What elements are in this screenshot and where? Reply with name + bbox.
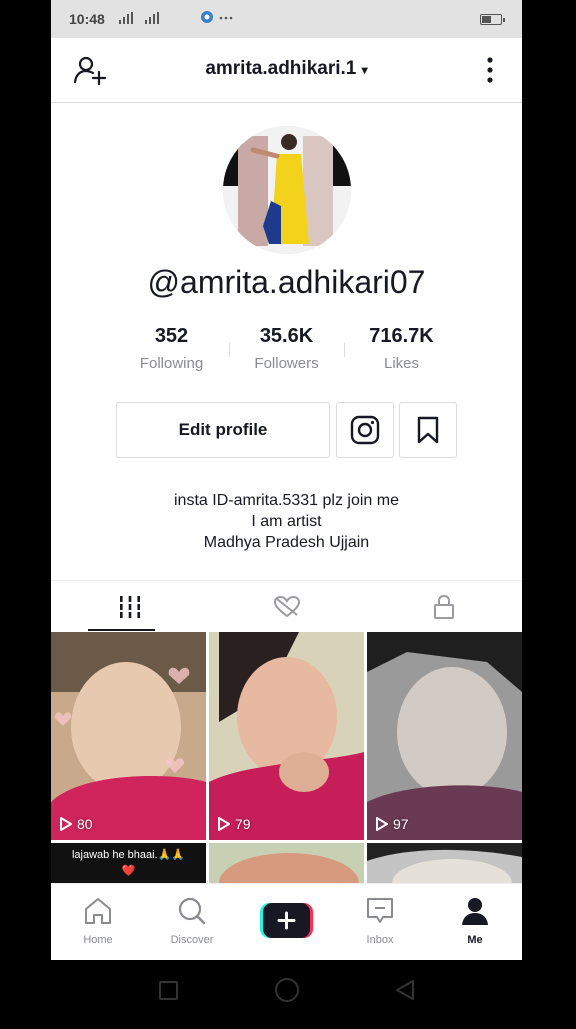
nav-inbox[interactable]: Inbox [333,884,427,960]
home-system-button[interactable] [272,975,302,1005]
bio-line: Madhya Pradesh Ujjain [203,534,370,551]
edit-profile-button[interactable]: Edit profile [116,402,330,458]
nav-discover-label: Discover [170,934,214,946]
phone-screen: 10:48 amrita.adhikari.1 ▾ @amrita.adhika… [51,0,522,960]
liked-hidden-icon [273,595,300,618]
username-label: amrita.adhikari.1 [205,58,357,79]
recents-button[interactable] [155,976,183,1004]
view-count-value: 97 [393,816,409,832]
following-label: Following [139,355,204,372]
more-vertical-icon [487,57,493,83]
nav-inbox-label: Inbox [366,934,394,946]
likes-count: 716.7K [369,325,434,347]
instagram-icon [350,415,380,445]
signal-indicator [115,11,169,28]
video-thumbnail[interactable]: 80 [51,632,206,840]
play-icon [376,817,388,831]
back-button[interactable] [392,976,420,1004]
play-icon [218,817,230,831]
video-thumbnail[interactable]: 97 [367,632,522,840]
profile-header: amrita.adhikari.1 ▾ [51,38,522,103]
play-icon [60,817,72,831]
private-lock-icon [433,594,454,619]
chevron-down-icon: ▾ [361,63,368,77]
likes-label: Likes [383,355,420,372]
username-switcher[interactable]: amrita.adhikari.1 ▾ [51,58,522,80]
nav-home[interactable]: Home [51,884,145,960]
profile-bio: insta ID-amrita.5331 plz join me I am ar… [51,490,522,553]
following-count: 352 [154,325,189,347]
video-thumbnail-image [209,843,364,883]
video-thumbnail-image [367,843,522,883]
video-thumbnail[interactable] [367,843,522,883]
signal-icon [119,12,159,24]
status-time: 10:48 [69,11,105,27]
followers-label: Followers [254,355,319,372]
profile-avatar[interactable] [223,126,351,254]
battery-icon [480,14,505,25]
video-thumbnail-image [51,632,206,840]
system-nav-bar [0,960,576,1024]
bio-line: insta ID-amrita.5331 plz join me [174,492,399,509]
instagram-button[interactable] [336,402,394,458]
videos-grid-icon [117,596,142,618]
bookmark-icon [417,416,439,444]
profile-icon [462,898,488,925]
nav-me-label: Me [467,934,483,946]
tab-private[interactable] [365,581,522,633]
tab-liked[interactable] [208,581,365,633]
search-icon [178,897,206,925]
view-count: 97 [375,816,409,832]
notification-dots [199,9,239,28]
following-stat[interactable]: 352 Following [114,325,229,372]
more-options-button[interactable] [481,56,499,89]
video-thumbnail[interactable] [209,843,364,883]
status-bar: 10:48 [51,0,522,38]
video-thumbnail-image [367,632,522,840]
view-count: 80 [59,816,93,832]
view-count-value: 80 [77,816,93,832]
video-caption: lajawab he bhaai.🙏🙏❤️ [71,849,185,877]
app-notification-icon [201,11,233,23]
followers-stat[interactable]: 35.6K Followers [229,325,344,372]
create-video-button[interactable] [260,903,313,938]
content-tabs [51,580,522,633]
home-icon [85,898,111,924]
plus-icon [260,903,313,938]
view-count: 79 [217,816,251,832]
active-tab-indicator [88,629,155,631]
inbox-icon [367,898,393,923]
bio-line: I am artist [251,513,322,530]
followers-count: 35.6K [259,325,314,347]
view-count-value: 79 [235,816,251,832]
favorites-button[interactable] [399,402,457,458]
video-thumbnail[interactable]: 79 [209,632,364,840]
tab-videos[interactable] [51,581,208,633]
nav-discover[interactable]: Discover [145,884,239,960]
video-thumbnail-image [209,632,364,840]
avatar-photo [223,126,351,254]
video-thumbnail[interactable]: lajawab he bhaai.🙏🙏❤️ [51,843,206,883]
likes-stat[interactable]: 716.7K Likes [344,325,459,372]
nav-me[interactable]: Me [428,884,522,960]
profile-handle: @amrita.adhikari07 [147,264,426,300]
nav-home-label: Home [83,934,113,946]
